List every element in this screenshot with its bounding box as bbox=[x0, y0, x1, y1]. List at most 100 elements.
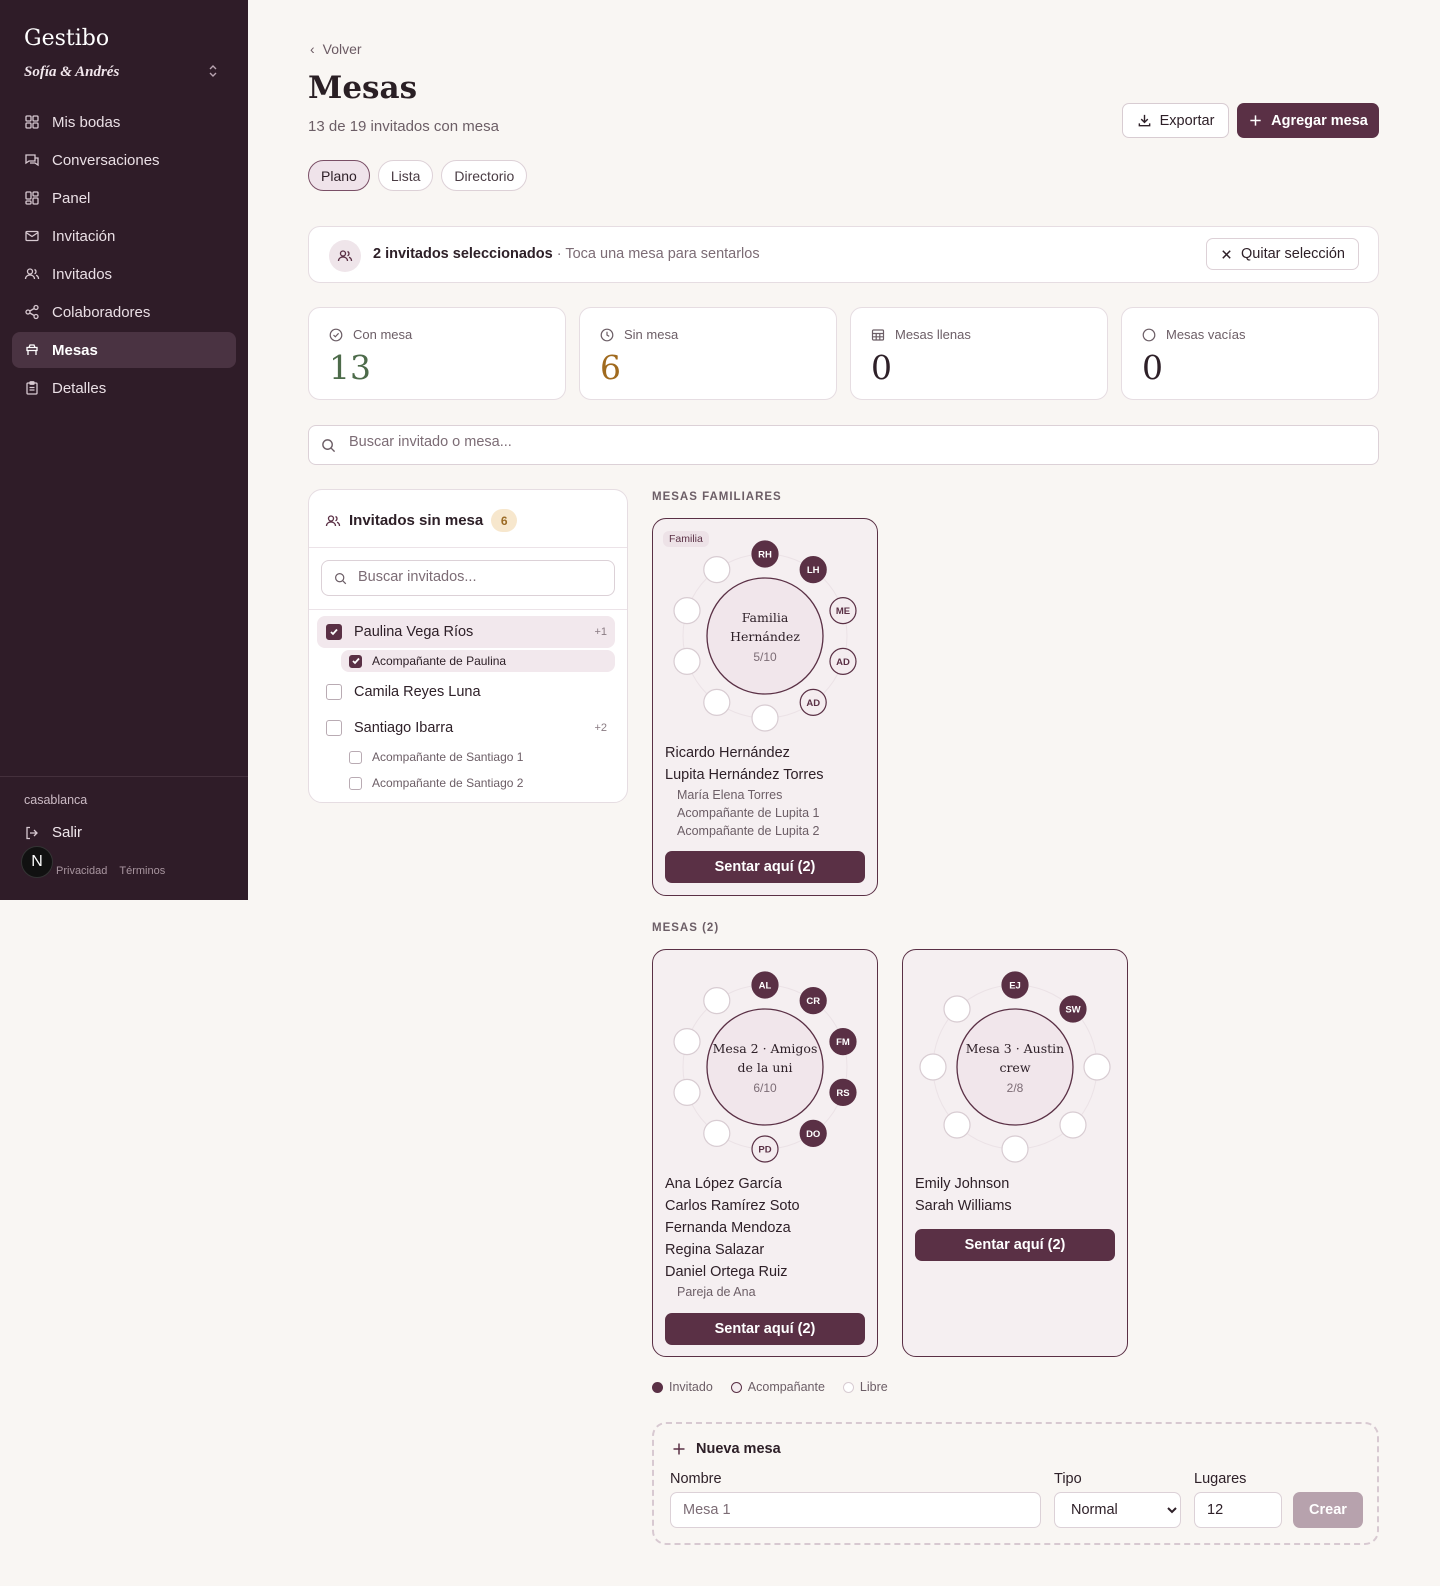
sidebar-item-label: Invitación bbox=[52, 227, 116, 245]
sidebar-item-invitados[interactable]: Invitados bbox=[12, 256, 236, 292]
seat-here-button[interactable]: Sentar aquí (2) bbox=[665, 851, 865, 883]
guest-row-santiago[interactable]: Santiago Ibarra +2 bbox=[317, 712, 615, 744]
circle-icon bbox=[1142, 328, 1156, 341]
svg-text:LH: LH bbox=[807, 565, 820, 576]
guest-row-camila[interactable]: Camila Reyes Luna bbox=[317, 676, 615, 708]
guest-checkbox[interactable] bbox=[326, 684, 342, 700]
dev-tools-badge[interactable]: N bbox=[21, 846, 53, 878]
seats-input[interactable] bbox=[1194, 1492, 1282, 1528]
guest-checkbox[interactable] bbox=[326, 720, 342, 736]
divider bbox=[309, 609, 627, 610]
back-link[interactable]: ‹ Volver bbox=[310, 41, 362, 57]
table-diagram[interactable]: Mesa 2 · Amigos de la uni 6/10 AL CR FM RS DO PD bbox=[663, 962, 867, 1170]
table-diagram[interactable]: Familia Hernández 5/10 RH LH ME AD AD bbox=[663, 531, 867, 739]
table-card-mesa-3[interactable]: Mesa 3 · Austin crew 2/8 EJ SW Emily Johnson… bbox=[902, 949, 1128, 1357]
seat-guest[interactable]: FM bbox=[829, 1028, 857, 1056]
companion-checkbox[interactable] bbox=[349, 654, 362, 668]
sidebar-item-conversaciones[interactable]: Conversaciones bbox=[12, 142, 236, 178]
table-card-mesa-2[interactable]: Mesa 2 · Amigos de la uni 6/10 AL CR FM RS DO PD… bbox=[652, 949, 878, 1357]
wedding-switcher-label[interactable]: Sofía & Andrés bbox=[24, 64, 119, 81]
seat-guest[interactable]: RS bbox=[829, 1078, 857, 1106]
chevron-updown-icon[interactable] bbox=[208, 64, 218, 81]
check-circle-icon bbox=[329, 328, 343, 341]
seat-companion[interactable]: AD bbox=[829, 647, 857, 675]
search-input[interactable] bbox=[349, 434, 1249, 450]
seat-companion[interactable]: AD bbox=[799, 688, 827, 716]
companion-checkbox[interactable] bbox=[349, 776, 362, 790]
seat-free[interactable] bbox=[943, 1111, 971, 1139]
seat-free[interactable] bbox=[673, 1028, 701, 1056]
table-diagram[interactable]: Mesa 3 · Austin crew 2/8 EJ SW bbox=[913, 962, 1117, 1170]
seat-free[interactable] bbox=[1001, 1135, 1029, 1163]
tab-plano[interactable]: Plano bbox=[308, 160, 370, 191]
seat-guest[interactable]: RH bbox=[751, 540, 779, 568]
page-subtitle: 13 de 19 invitados con mesa bbox=[308, 118, 499, 135]
guest-checkbox[interactable] bbox=[326, 624, 342, 640]
divider bbox=[309, 547, 627, 548]
seat-guest[interactable]: DO bbox=[799, 1119, 827, 1147]
search-icon bbox=[335, 573, 347, 585]
tab-directorio[interactable]: Directorio bbox=[441, 160, 528, 191]
users-icon bbox=[24, 266, 40, 282]
guest-row-paulina[interactable]: Paulina Vega Ríos +1 bbox=[317, 616, 615, 648]
clear-selection-button[interactable]: Quitar selección bbox=[1206, 238, 1359, 270]
svg-text:RH: RH bbox=[758, 550, 772, 561]
unseated-search-input[interactable] bbox=[358, 569, 598, 585]
seat-free[interactable] bbox=[1083, 1053, 1111, 1081]
back-label: Volver bbox=[322, 41, 362, 57]
seat-free[interactable] bbox=[673, 597, 701, 625]
seat-free[interactable] bbox=[703, 1119, 731, 1147]
sidebar-item-panel[interactable]: Panel bbox=[12, 180, 236, 216]
sidebar-item-label: Invitados bbox=[52, 265, 113, 283]
legend-swatch bbox=[652, 1381, 663, 1393]
unseated-guests-panel: Invitados sin mesa 6 Paulina Vega Ríos +… bbox=[308, 489, 628, 803]
seat-free[interactable] bbox=[751, 704, 779, 732]
sidebar: Gestibo Sofía & Andrés Mis bodas Convers… bbox=[0, 0, 248, 900]
seat-guest[interactable]: EJ bbox=[1001, 971, 1029, 999]
seat-free[interactable] bbox=[673, 647, 701, 675]
table-card-familia-hernandez[interactable]: Familia Hernández 5/10 RH LH ME AD AD Familia R… bbox=[652, 518, 878, 896]
add-table-button[interactable]: Agregar mesa bbox=[1237, 103, 1379, 138]
companion-checkbox[interactable] bbox=[349, 750, 362, 764]
seat-guest[interactable]: AL bbox=[751, 971, 779, 999]
unseated-search-box bbox=[321, 560, 615, 596]
sidebar-item-label: Mesas bbox=[52, 341, 98, 359]
stat-card-con-mesa: Con mesa 13 bbox=[308, 307, 566, 400]
sidebar-item-colaboradores[interactable]: Colaboradores bbox=[12, 294, 236, 330]
download-icon bbox=[1138, 114, 1150, 127]
logout-button[interactable]: Salir bbox=[24, 824, 82, 841]
seat-free[interactable] bbox=[673, 1078, 701, 1106]
terms-link[interactable]: Términos bbox=[119, 865, 165, 877]
seat-free[interactable] bbox=[1059, 1111, 1087, 1139]
sidebar-item-invitacion[interactable]: Invitación bbox=[12, 218, 236, 254]
seat-here-button[interactable]: Sentar aquí (2) bbox=[665, 1313, 865, 1345]
seat-guest[interactable]: CR bbox=[799, 987, 827, 1015]
app-logo[interactable]: Gestibo bbox=[24, 26, 109, 51]
seat-free[interactable] bbox=[703, 556, 731, 584]
tab-lista[interactable]: Lista bbox=[377, 160, 434, 191]
seat-free[interactable] bbox=[703, 688, 731, 716]
create-table-button[interactable]: Crear bbox=[1293, 1492, 1363, 1528]
seat-here-button[interactable]: Sentar aquí (2) bbox=[915, 1229, 1115, 1261]
sidebar-item-label: Colaboradores bbox=[52, 303, 151, 321]
seat-guest[interactable]: LH bbox=[799, 556, 827, 584]
table-name-input[interactable] bbox=[670, 1492, 1041, 1528]
stat-card-mesas-llenas: Mesas llenas 0 bbox=[850, 307, 1108, 400]
companion-row-paulina[interactable]: Acompañante de Paulina bbox=[341, 650, 615, 672]
seat-companion[interactable]: PD bbox=[751, 1135, 779, 1163]
privacy-link[interactable]: Privacidad bbox=[56, 865, 107, 877]
seat-companion[interactable]: ME bbox=[829, 597, 857, 625]
svg-text:AD: AD bbox=[806, 698, 820, 709]
sidebar-item-mesas[interactable]: Mesas bbox=[12, 332, 236, 368]
seat-free[interactable] bbox=[703, 987, 731, 1015]
seat-free[interactable] bbox=[943, 995, 971, 1023]
seat-guest[interactable]: SW bbox=[1059, 995, 1087, 1023]
companion-row-santiago-1[interactable]: Acompañante de Santiago 1 bbox=[341, 746, 615, 768]
table-guest-name: Ana López García bbox=[665, 1176, 782, 1192]
seat-free[interactable] bbox=[919, 1053, 947, 1081]
sidebar-item-mis-bodas[interactable]: Mis bodas bbox=[12, 104, 236, 140]
table-type-select[interactable]: Normal bbox=[1054, 1492, 1181, 1528]
export-button[interactable]: Exportar bbox=[1122, 103, 1229, 138]
companion-row-santiago-2[interactable]: Acompañante de Santiago 2 bbox=[341, 772, 615, 794]
sidebar-item-detalles[interactable]: Detalles bbox=[12, 370, 236, 406]
